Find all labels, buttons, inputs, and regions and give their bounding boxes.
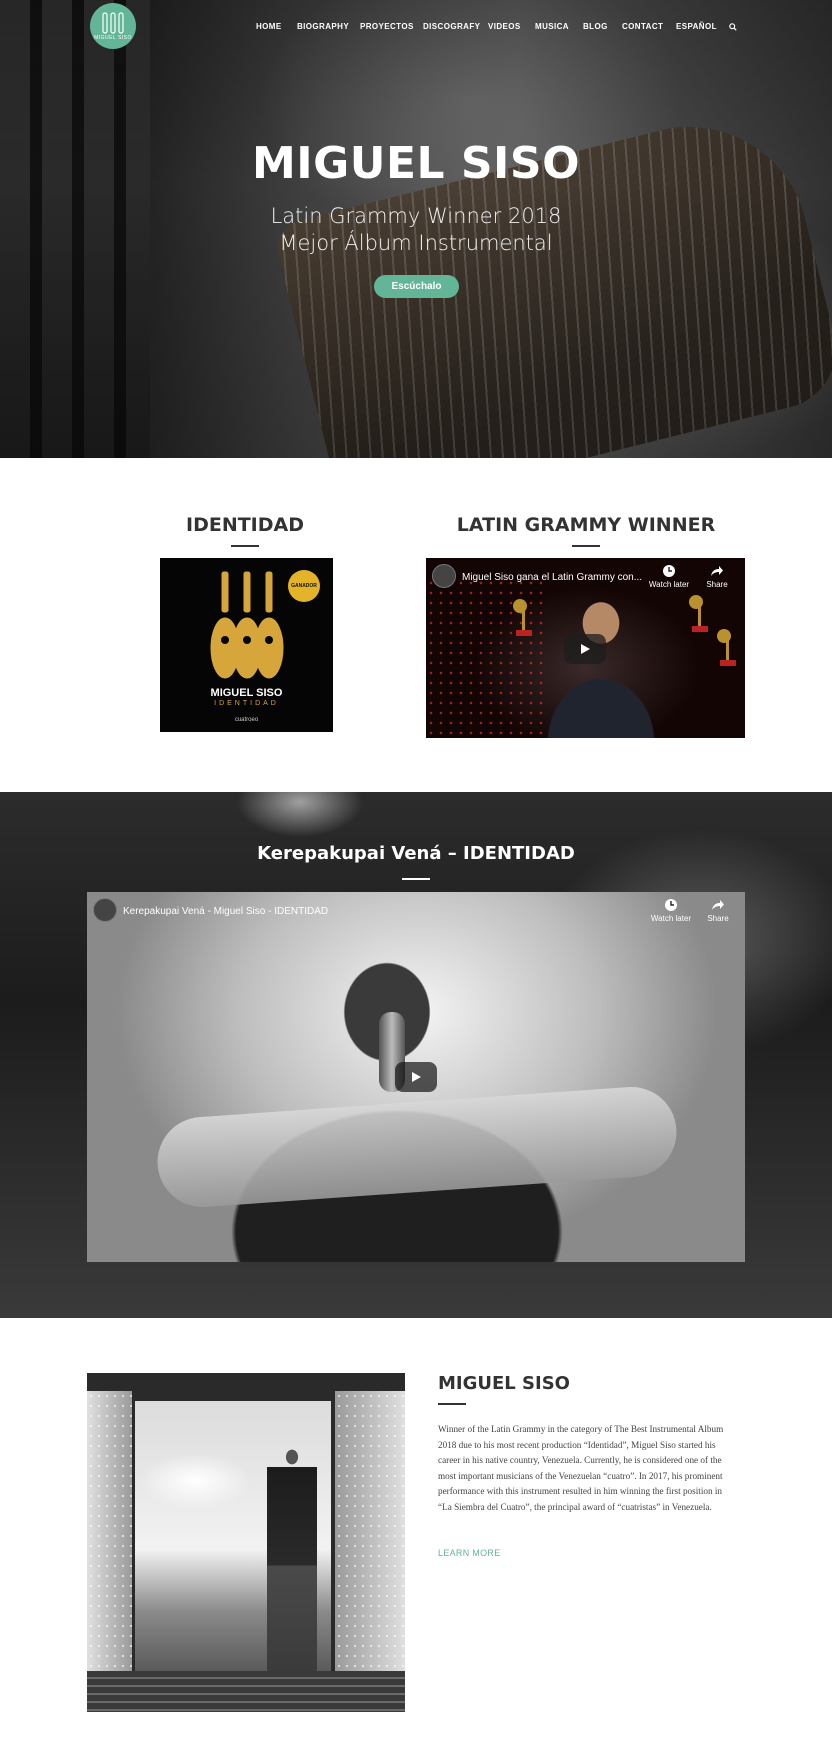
identidad-divider: [231, 545, 259, 547]
photo-door-right: [335, 1391, 405, 1691]
hero-section: [0, 0, 832, 458]
album-cover[interactable]: GANADOR MIGUEL SISO IDENTIDAD cuatroeo: [160, 558, 333, 732]
grammy-divider: [572, 545, 600, 547]
watch-later-label: Watch later: [650, 914, 692, 923]
share-button[interactable]: Share: [703, 898, 733, 923]
site-logo[interactable]: MIGUEL SISO: [90, 3, 136, 49]
channel-avatar[interactable]: [93, 898, 117, 922]
nav-item-espanol[interactable]: ESPAÑOL: [676, 22, 717, 31]
play-icon: [581, 644, 590, 654]
nav-item-videos[interactable]: VIDEOS: [488, 22, 521, 31]
share-label: Share: [706, 580, 728, 589]
video-title[interactable]: Kerepakupai Vená - Miguel Siso - IDENTID…: [123, 906, 328, 917]
logo-text: MIGUEL SISO: [94, 35, 132, 41]
search-icon[interactable]: [729, 23, 737, 31]
featured-heading: Kerepakupai Vená – IDENTIDAD: [257, 843, 575, 864]
share-button[interactable]: Share: [702, 564, 732, 589]
nav-item-home[interactable]: HOME: [256, 22, 282, 31]
winner-badge: GANADOR: [288, 570, 320, 602]
guitar-logo-icon: [102, 12, 124, 34]
watch-later-button[interactable]: Watch later: [648, 564, 690, 589]
watch-later-label: Watch later: [648, 580, 690, 589]
play-button[interactable]: [395, 1062, 437, 1092]
hero-title: MIGUEL SISO: [251, 138, 581, 189]
hero-subtitle-line1: Latin Grammy Winner 2018: [270, 204, 562, 228]
artist-photo: [87, 1373, 405, 1712]
winner-badge-label: GANADOR: [291, 583, 317, 589]
bio-text: Winner of the Latin Grammy in the catego…: [438, 1424, 724, 1512]
album-artist: MIGUEL SISO: [210, 687, 283, 699]
hero-overlay: [0, 0, 832, 458]
grammy-video[interactable]: Miguel Siso gana el Latin Grammy con... …: [426, 558, 745, 738]
clock-icon: [665, 899, 677, 911]
featured-divider: [402, 878, 430, 880]
share-label: Share: [707, 914, 729, 923]
grammy-trophy-icon: [717, 629, 736, 666]
nav-item-discografy[interactable]: DISCOGRAFY: [423, 22, 480, 31]
watch-later-button[interactable]: Watch later: [649, 898, 693, 923]
grammy-heading: LATIN GRAMMY WINNER: [456, 514, 716, 536]
nav-item-contact[interactable]: CONTACT: [622, 22, 663, 31]
album-title: IDENTIDAD: [214, 700, 279, 707]
nav-item-musica[interactable]: MUSICA: [535, 22, 569, 31]
play-icon: [412, 1072, 421, 1082]
clock-icon: [663, 565, 675, 577]
listen-button[interactable]: Escúchalo: [374, 275, 459, 298]
bio-divider: [438, 1403, 466, 1405]
video-title[interactable]: Miguel Siso gana el Latin Grammy con...: [462, 572, 642, 583]
nav-item-blog[interactable]: BLOG: [583, 22, 608, 31]
photo-door-left: [87, 1391, 132, 1691]
nav-item-biography[interactable]: BIOGRAPHY: [297, 22, 349, 31]
hero-subtitle-line2: Mejor Álbum Instrumental: [279, 231, 553, 255]
album-label: cuatroeo: [234, 717, 259, 723]
grammy-trophy-icon: [689, 595, 708, 632]
share-icon: [711, 566, 723, 576]
learn-more-link[interactable]: LEARN MORE: [438, 1548, 501, 1558]
share-icon: [712, 900, 724, 910]
featured-video[interactable]: Kerepakupai Vená - Miguel Siso - IDENTID…: [87, 892, 745, 1262]
bio-heading: MIGUEL SISO: [438, 1373, 570, 1394]
channel-avatar[interactable]: [432, 564, 456, 588]
play-button[interactable]: [564, 634, 606, 664]
nav-item-proyectos[interactable]: PROYECTOS: [360, 22, 414, 31]
photo-steps: [87, 1671, 405, 1712]
identidad-heading: IDENTIDAD: [186, 514, 304, 536]
photo-artist-figure: [267, 1445, 317, 1675]
